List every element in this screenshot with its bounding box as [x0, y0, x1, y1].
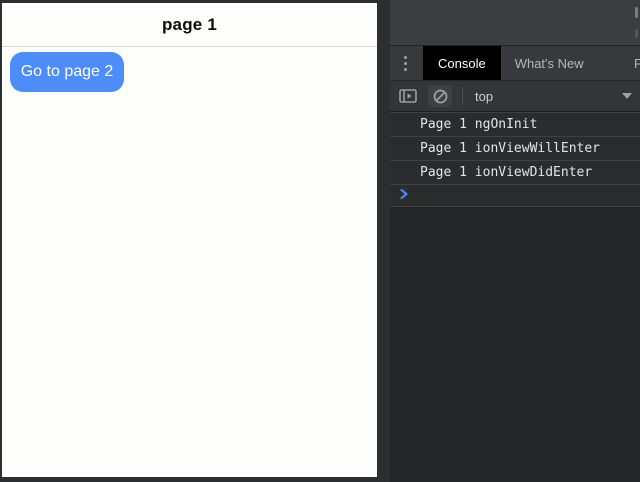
scrollbar-thumb[interactable]: [635, 7, 638, 18]
go-to-page-2-button[interactable]: Go to page 2: [10, 52, 124, 92]
console-message-row: Page 1 ionViewDidEnter: [390, 160, 640, 184]
console-message-text: Page 1 ngOnInit: [420, 117, 537, 132]
console-message-text: Page 1 ionViewWillEnter: [420, 141, 600, 156]
chevron-down-icon[interactable]: [622, 93, 632, 99]
console-toolbar: top: [390, 80, 640, 112]
tab-console[interactable]: Console: [423, 46, 501, 80]
kebab-menu-icon[interactable]: [397, 46, 413, 80]
clear-console-icon[interactable]: [428, 85, 452, 107]
context-selector[interactable]: top: [475, 89, 493, 104]
tab-whats-new[interactable]: What's New: [501, 46, 598, 80]
tab-console-label: Console: [438, 56, 486, 71]
tab-clipped[interactable]: P: [634, 46, 640, 80]
app-panel: page 1 Go to page 2: [2, 3, 377, 477]
console-output: Page 1 ngOnInit Page 1 ionViewWillEnter …: [390, 112, 640, 482]
kebab-dots: [404, 56, 407, 71]
devtools-tabbar: Console What's New P: [390, 45, 640, 80]
console-message-row: Page 1 ionViewWillEnter: [390, 136, 640, 160]
screenshot-root: page 1 Go to page 2 Console What's New P: [0, 0, 640, 482]
devtools-panel: Console What's New P: [390, 0, 640, 482]
devtools-top-chrome: [390, 0, 640, 45]
app-header: page 1: [2, 3, 377, 47]
tab-whats-new-label: What's New: [515, 56, 584, 71]
scrollbar-thumb[interactable]: [635, 29, 638, 38]
console-prompt-icon: [399, 187, 409, 205]
console-input-row[interactable]: [390, 184, 640, 207]
toolbar-divider: [462, 87, 463, 105]
page-title: page 1: [162, 15, 217, 35]
console-message-row: Page 1 ngOnInit: [390, 112, 640, 136]
console-message-text: Page 1 ionViewDidEnter: [420, 165, 592, 180]
sidebar-toggle-icon[interactable]: [398, 87, 418, 105]
tab-clipped-label: P: [634, 56, 640, 71]
